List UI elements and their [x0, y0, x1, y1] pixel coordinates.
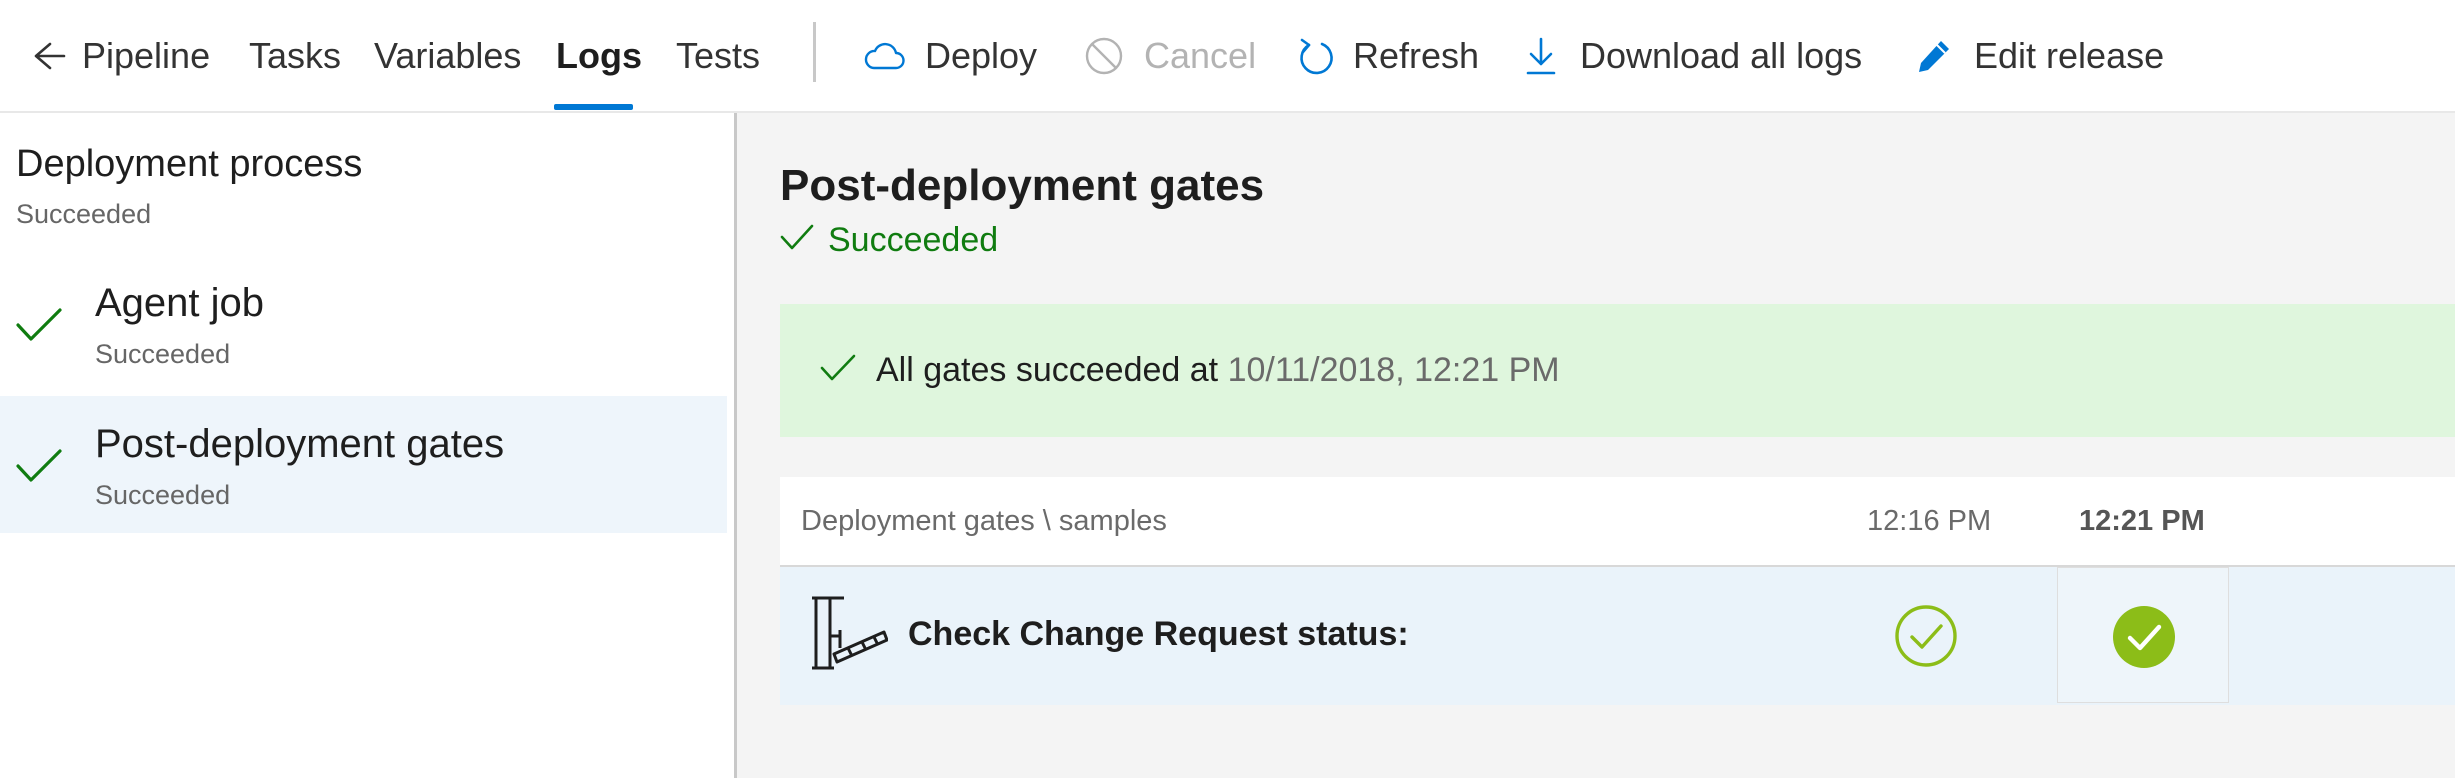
cloud-icon	[863, 41, 905, 71]
checkmark-icon	[16, 307, 62, 348]
process-item-name: Post-deployment gates	[95, 422, 505, 466]
success-outline-icon[interactable]	[1894, 604, 1958, 673]
gates-path: Deployment gates \ samples	[801, 505, 1167, 537]
gate-barrier-icon	[810, 592, 889, 679]
banner-message: All gates succeeded at 10/11/2018, 12:21…	[876, 351, 1560, 390]
status-indicator: Succeeded	[780, 221, 998, 260]
evaluation-time-column-selected[interactable]: 12:21 PM	[2079, 505, 2205, 538]
download-icon	[1524, 36, 1558, 76]
gates-summary-banner: All gates succeeded at 10/11/2018, 12:21…	[780, 304, 2455, 437]
checkmark-icon	[16, 448, 62, 489]
checkmark-icon	[780, 221, 828, 260]
status-text: Succeeded	[828, 221, 999, 259]
cancel-circle-icon	[1084, 36, 1124, 76]
banner-text: All gates succeeded at	[876, 351, 1219, 389]
refresh-icon	[1297, 36, 1335, 76]
toolbar: Pipeline Tasks Variables Logs Tests Depl…	[0, 0, 2455, 113]
selected-evaluation-cell[interactable]	[2057, 567, 2229, 703]
tab-variables[interactable]: Variables	[374, 0, 521, 111]
deploy-label: Deploy	[925, 34, 1038, 76]
process-item-name: Agent job	[95, 281, 265, 325]
refresh-button[interactable]: Refresh	[1297, 0, 1479, 111]
pencil-icon	[1916, 37, 1952, 75]
tab-logs[interactable]: Logs	[556, 0, 642, 111]
edit-release-button[interactable]: Edit release	[1916, 0, 2164, 111]
back-to-pipeline-button[interactable]: Pipeline	[30, 0, 210, 111]
process-item-agent-job[interactable]: Agent job Succeeded	[0, 255, 727, 392]
page-title: Post-deployment gates	[780, 161, 1265, 210]
gates-table-header: Deployment gates \ samples 12:16 PM 12:2…	[780, 477, 2455, 567]
success-filled-icon	[2112, 605, 2176, 674]
back-label: Pipeline	[82, 34, 211, 76]
edit-label: Edit release	[1974, 34, 2165, 76]
arrow-left-icon	[30, 38, 66, 74]
banner-timestamp: 10/11/2018, 12:21 PM	[1227, 351, 1560, 389]
toolbar-divider	[813, 22, 816, 82]
download-all-logs-button[interactable]: Download all logs	[1524, 0, 1862, 111]
deployment-process-panel: Deployment process Succeeded Agent job S…	[0, 113, 735, 778]
active-tab-indicator	[554, 104, 633, 110]
tab-tests[interactable]: Tests	[676, 0, 760, 111]
download-label: Download all logs	[1580, 34, 1863, 76]
process-item-status: Succeeded	[95, 339, 231, 369]
gates-table: Deployment gates \ samples 12:16 PM 12:2…	[780, 477, 2455, 705]
table-row[interactable]: Check Change Request status:	[780, 567, 2455, 705]
cancel-button[interactable]: Cancel	[1084, 0, 1256, 111]
deploy-button[interactable]: Deploy	[863, 0, 1037, 111]
cancel-label: Cancel	[1144, 34, 1257, 76]
evaluation-time-column[interactable]: 12:16 PM	[1867, 505, 1991, 538]
process-item-post-deployment-gates[interactable]: Post-deployment gates Succeeded	[0, 396, 727, 533]
gates-detail-panel: Post-deployment gates Succeeded All gate…	[737, 113, 2455, 778]
checkmark-icon	[820, 353, 856, 388]
gate-name: Check Change Request status:	[908, 615, 1409, 653]
refresh-label: Refresh	[1353, 34, 1480, 76]
tab-tasks[interactable]: Tasks	[249, 0, 341, 111]
panel-title: Deployment process	[16, 143, 363, 185]
process-item-status: Succeeded	[95, 480, 231, 510]
panel-status: Succeeded	[16, 199, 152, 229]
